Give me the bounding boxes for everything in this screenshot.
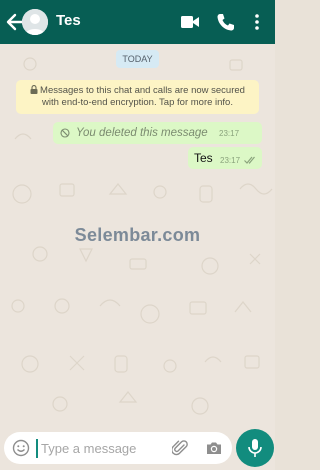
app-bar: Tes: [0, 0, 275, 44]
encryption-notice-text: Messages to this chat and calls are now …: [40, 85, 245, 108]
message-time: 23:17: [220, 156, 241, 165]
deleted-message-text: You deleted this message: [76, 127, 208, 139]
avatar[interactable]: [22, 9, 48, 35]
message-text: Tes: [194, 151, 213, 165]
sent-message-bubble[interactable]: Tes 23:17: [188, 147, 262, 169]
lock-icon: [30, 85, 38, 94]
contact-name[interactable]: Tes: [56, 12, 81, 29]
date-chip: TODAY: [116, 50, 159, 68]
attach-icon[interactable]: [172, 439, 188, 457]
mic-icon: [248, 439, 262, 457]
deleted-icon: [60, 128, 70, 138]
watermark: Selembar.com: [74, 225, 201, 245]
deleted-message-bubble[interactable]: You deleted this message 23:17: [53, 122, 262, 144]
text-cursor: [36, 439, 38, 458]
mic-button[interactable]: [236, 429, 274, 467]
more-vert-icon[interactable]: [252, 12, 262, 32]
avatar-icon: [22, 9, 48, 35]
chat-area[interactable]: TODAY Messages to this chat and calls ar…: [0, 44, 275, 426]
phone-icon[interactable]: [216, 12, 234, 32]
composer-bar: [0, 426, 275, 470]
double-check-icon: [244, 156, 255, 164]
encryption-notice[interactable]: Messages to this chat and calls are now …: [16, 80, 259, 114]
emoji-icon[interactable]: [12, 439, 30, 457]
camera-icon[interactable]: [205, 439, 223, 457]
message-input-box[interactable]: [4, 432, 232, 464]
message-input[interactable]: [41, 440, 166, 457]
video-call-icon[interactable]: [180, 14, 200, 30]
message-time: 23:17: [219, 129, 240, 138]
